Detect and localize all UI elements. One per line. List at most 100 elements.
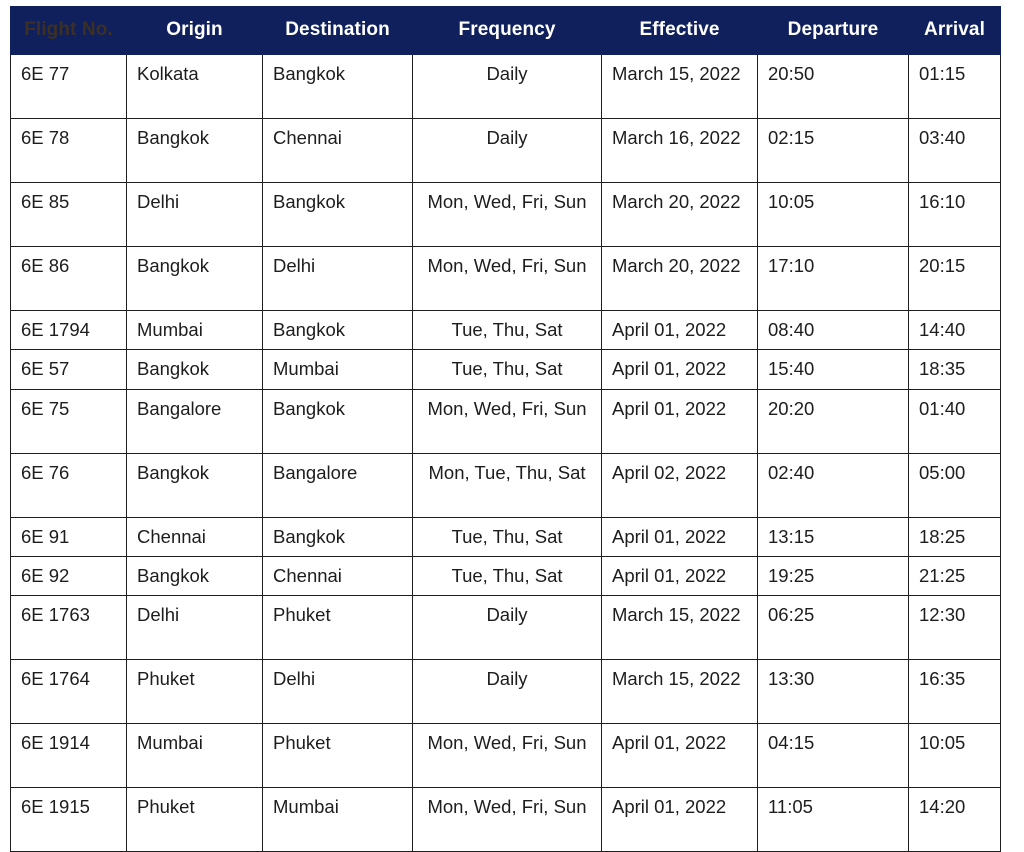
cell-effective: April 01, 2022 [601,516,758,557]
table-row: 6E 76 Bangkok Bangalore Mon, Tue, Thu, Sat A… [10,452,1001,518]
cell-arrival: 16:35 [908,659,1001,725]
cell-effective: April 01, 2022 [601,723,758,789]
cell-flight-no: 6E 1914 [10,723,127,789]
cell-effective: March 16, 2022 [601,118,758,183]
cell-departure: 02:15 [757,118,909,183]
cell-arrival: 18:25 [908,516,1001,557]
cell-departure: 19:25 [757,555,909,597]
cell-origin: Delhi [126,182,263,247]
cell-flight-no: 6E 91 [10,516,127,557]
cell-flight-no: 6E 86 [10,246,127,311]
cell-origin: Delhi [126,595,263,661]
cell-frequency: Mon, Wed, Fri, Sun [412,388,602,454]
cell-arrival: 16:10 [908,182,1001,247]
cell-arrival: 14:40 [908,309,1001,351]
cell-arrival: 03:40 [908,118,1001,183]
cell-departure: 13:15 [757,516,909,557]
cell-destination: Bangkok [262,182,413,247]
column-header-origin[interactable]: Origin [126,6,263,55]
cell-departure: 06:25 [757,595,909,661]
cell-frequency: Tue, Thu, Sat [412,309,602,351]
cell-origin: Mumbai [126,309,263,351]
cell-departure: 04:15 [757,723,909,789]
cell-flight-no: 6E 76 [10,452,127,518]
cell-flight-no: 6E 92 [10,555,127,597]
column-header-effective[interactable]: Effective [601,6,758,55]
column-header-destination[interactable]: Destination [262,6,413,55]
cell-destination: Mumbai [262,349,413,390]
table-row: 6E 92 Bangkok Chennai Tue, Thu, Sat April 01… [10,555,1001,597]
cell-origin: Chennai [126,516,263,557]
flight-schedule-table-container: Flight No. Origin Destination Frequency … [10,6,1001,852]
table-row: 6E 1914 Mumbai Phuket Mon, Wed, Fri, Sun Apr… [10,723,1001,789]
cell-origin: Mumbai [126,723,263,789]
cell-frequency: Mon, Wed, Fri, Sun [412,182,602,247]
cell-arrival: 14:20 [908,787,1001,852]
cell-departure: 17:10 [757,246,909,311]
cell-origin: Phuket [126,787,263,852]
cell-origin: Bangkok [126,452,263,518]
cell-frequency: Daily [412,118,602,183]
table-row: 6E 1794 Mumbai Bangkok Tue, Thu, Sat April 0… [10,309,1001,351]
cell-destination: Chennai [262,118,413,183]
table-body: 6E 77 Kolkata Bangkok Daily March 15, 2022 20… [10,54,1001,852]
cell-destination: Mumbai [262,787,413,852]
cell-frequency: Tue, Thu, Sat [412,555,602,597]
cell-flight-no: 6E 1763 [10,595,127,661]
cell-origin: Kolkata [126,54,263,119]
cell-flight-no: 6E 75 [10,388,127,454]
cell-departure: 20:20 [757,388,909,454]
cell-destination: Chennai [262,555,413,597]
cell-origin: Bangkok [126,555,263,597]
column-header-departure[interactable]: Departure [757,6,909,55]
cell-frequency: Daily [412,54,602,119]
cell-flight-no: 6E 78 [10,118,127,183]
cell-frequency: Tue, Thu, Sat [412,349,602,390]
cell-flight-no: 6E 57 [10,349,127,390]
cell-destination: Bangkok [262,388,413,454]
cell-destination: Bangalore [262,452,413,518]
cell-origin: Bangkok [126,349,263,390]
cell-flight-no: 6E 1794 [10,309,127,351]
cell-effective: March 15, 2022 [601,659,758,725]
cell-arrival: 21:25 [908,555,1001,597]
cell-departure: 10:05 [757,182,909,247]
column-header-frequency[interactable]: Frequency [412,6,602,55]
cell-flight-no: 6E 1915 [10,787,127,852]
cell-origin: Bangkok [126,246,263,311]
page-root: Flight No. Origin Destination Frequency … [0,0,1024,852]
cell-frequency: Mon, Tue, Thu, Sat [412,452,602,518]
cell-destination: Bangkok [262,309,413,351]
cell-destination: Bangkok [262,516,413,557]
table-header: Flight No. Origin Destination Frequency … [10,6,1001,55]
cell-arrival: 01:15 [908,54,1001,119]
cell-effective: March 15, 2022 [601,595,758,661]
cell-flight-no: 6E 77 [10,54,127,119]
cell-effective: April 01, 2022 [601,349,758,390]
cell-destination: Phuket [262,723,413,789]
cell-frequency: Daily [412,595,602,661]
cell-origin: Bangkok [126,118,263,183]
table-row: 6E 85 Delhi Bangkok Mon, Wed, Fri, Sun March… [10,182,1001,247]
table-row: 6E 77 Kolkata Bangkok Daily March 15, 2022 20… [10,54,1001,119]
table-row: 6E 91 Chennai Bangkok Tue, Thu, Sat April 01… [10,516,1001,557]
column-header-flight-no[interactable]: Flight No. [10,6,127,55]
cell-effective: March 15, 2022 [601,54,758,119]
cell-arrival: 05:00 [908,452,1001,518]
cell-effective: April 02, 2022 [601,452,758,518]
cell-frequency: Mon, Wed, Fri, Sun [412,787,602,852]
cell-effective: March 20, 2022 [601,182,758,247]
cell-effective: April 01, 2022 [601,555,758,597]
cell-effective: April 01, 2022 [601,309,758,351]
cell-arrival: 18:35 [908,349,1001,390]
cell-frequency: Daily [412,659,602,725]
cell-flight-no: 6E 1764 [10,659,127,725]
table-row: 6E 1764 Phuket Delhi Daily March 15, 2022 13:… [10,659,1001,725]
cell-arrival: 20:15 [908,246,1001,311]
table-row: 6E 57 Bangkok Mumbai Tue, Thu, Sat April 01,… [10,349,1001,390]
cell-destination: Bangkok [262,54,413,119]
cell-destination: Delhi [262,659,413,725]
cell-departure: 15:40 [757,349,909,390]
cell-destination: Delhi [262,246,413,311]
column-header-arrival[interactable]: Arrival [908,6,1001,55]
